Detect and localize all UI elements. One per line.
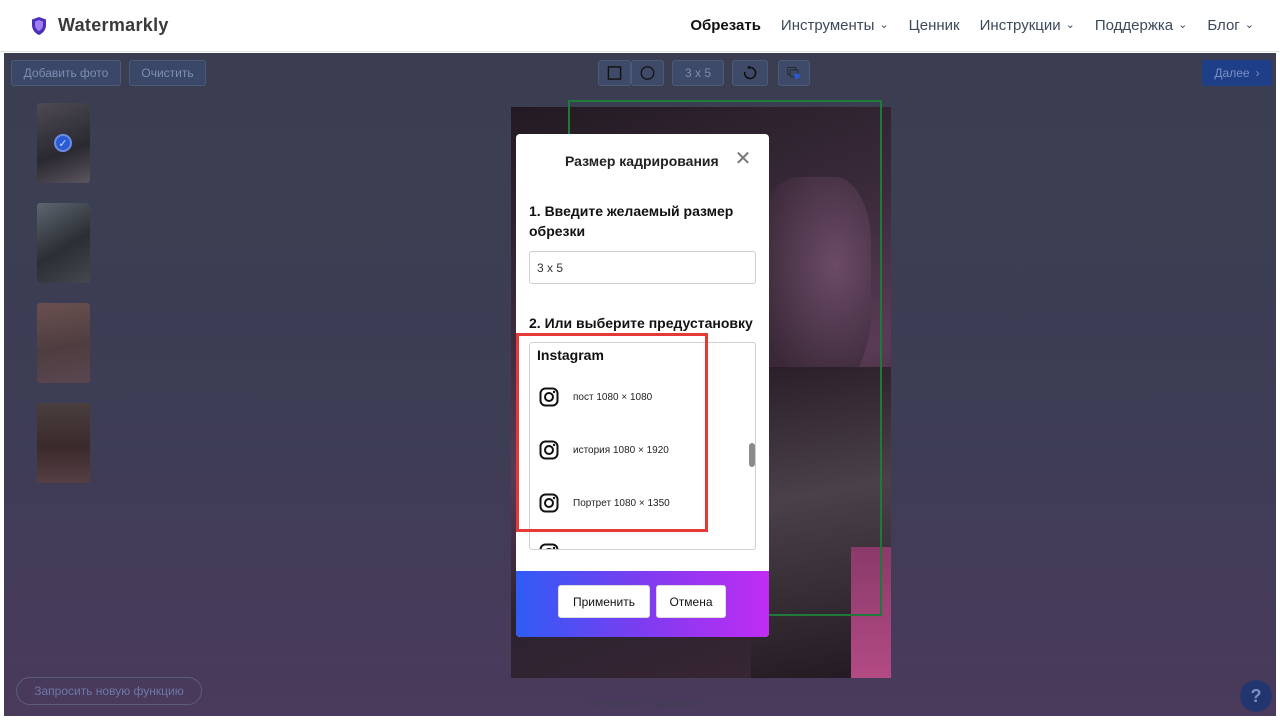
photo-thumbnail[interactable]: [37, 303, 90, 383]
preset-item[interactable]: [539, 541, 559, 549]
rotate-button[interactable]: [732, 60, 768, 86]
preset-label: пост 1080 × 1080: [573, 391, 653, 403]
clear-button[interactable]: Очистить: [129, 60, 206, 86]
square-crop-button[interactable]: [598, 60, 631, 86]
nav-label: Блог: [1207, 17, 1240, 34]
dialog-footer: Применить Отмена: [516, 571, 769, 637]
preset-label: Портрет 1080 × 1350: [573, 497, 670, 509]
preset-list[interactable]: Instagram пост 1080 × 1080 история 1080 …: [529, 342, 756, 550]
nav-label: Поддержка: [1094, 17, 1174, 34]
preset-label: история 1080 × 1920: [573, 444, 669, 456]
instagram-icon: [539, 493, 559, 513]
chevron-down-icon: ⌄: [1244, 19, 1254, 31]
ratio-button[interactable]: 3 x 5: [672, 60, 724, 86]
preset-item[interactable]: пост 1080 × 1080: [539, 385, 652, 409]
chevron-right-icon: ›: [1255, 66, 1260, 80]
nav-label: Ценник: [908, 17, 960, 34]
step1-label: 1. Введите желаемый размер обрезки: [529, 203, 734, 239]
chevron-down-icon: ⌄: [1065, 19, 1075, 31]
preset-item[interactable]: Портрет 1080 × 1350: [539, 491, 670, 515]
nav-blog[interactable]: Блог ⌄: [1207, 17, 1254, 34]
scrollbar-thumb[interactable]: [749, 443, 755, 467]
dialog-title: Размер кадрирования: [565, 153, 719, 169]
add-images-icon: [787, 67, 800, 79]
request-feature-button[interactable]: Запросить новую функцию: [16, 677, 202, 705]
instagram-icon: [539, 387, 559, 407]
instagram-icon: [539, 440, 559, 460]
photo-thumbnail[interactable]: ✓: [37, 103, 90, 183]
nav-support[interactable]: Поддержка ⌄: [1095, 17, 1187, 34]
cancel-button[interactable]: Отмена: [656, 585, 726, 618]
nav-instructions[interactable]: Инструкции ⌄: [980, 17, 1075, 34]
brand-name: Watermarkly: [58, 15, 169, 35]
photo-thumbnail[interactable]: [37, 203, 90, 283]
apply-button[interactable]: Применить: [558, 585, 650, 618]
preset-group-title: Instagram: [537, 347, 604, 363]
next-button[interactable]: Далее ›: [1202, 60, 1272, 86]
circle-crop-icon: [640, 66, 655, 80]
add-images-button[interactable]: [778, 60, 810, 86]
brand[interactable]: Watermarkly: [30, 15, 169, 36]
add-photo-button[interactable]: Добавить фото: [11, 60, 121, 86]
crop-size-input[interactable]: [529, 251, 756, 284]
nav-links: Обрезать Инструменты ⌄ Ценник Инструкции ⌄…: [690, 17, 1254, 34]
chevron-down-icon: ⌄: [879, 19, 889, 31]
photo-thumbnail[interactable]: [37, 403, 90, 483]
nav-label: Инструкции: [979, 17, 1061, 34]
rotate-icon: [743, 65, 757, 80]
crop-size-dialog: Размер кадрирования ✕ 1. Введите желаемы…: [516, 134, 769, 637]
nav-pricing[interactable]: Ценник: [909, 17, 960, 34]
shield-logo-icon: [32, 16, 46, 35]
top-navigation: Watermarkly Обрезать Инструменты ⌄ Ценник…: [0, 0, 1280, 52]
nav-crop[interactable]: Обрезать: [690, 17, 761, 34]
nav-tools[interactable]: Инструменты ⌄: [781, 17, 889, 34]
preset-item[interactable]: история 1080 × 1920: [539, 438, 669, 462]
circle-crop-button[interactable]: [631, 60, 664, 86]
help-button[interactable]: ?: [1240, 680, 1272, 712]
premium-label: ПРЕМИУМ РЕДАКЦИЯ: [586, 699, 699, 710]
instagram-icon: [539, 543, 559, 549]
step2-label: 2. Или выберите предустановку: [529, 315, 753, 331]
nav-label: Обрезать: [690, 17, 761, 34]
square-crop-icon: [607, 66, 622, 80]
nav-label: Инструменты: [780, 17, 875, 34]
close-icon[interactable]: ✕: [734, 149, 752, 169]
chevron-down-icon: ⌄: [1178, 19, 1188, 31]
check-icon: ✓: [54, 134, 72, 152]
next-label: Далее: [1214, 66, 1250, 80]
